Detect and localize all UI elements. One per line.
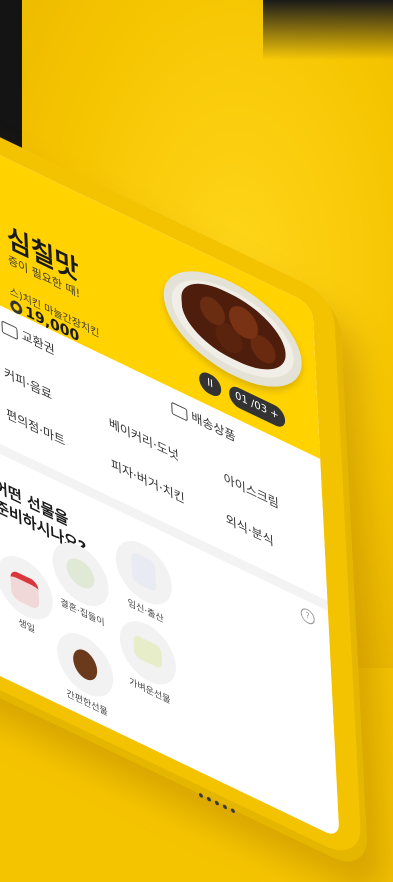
question-icon[interactable]: ?: [300, 605, 316, 627]
cake-slice-icon: [133, 633, 163, 670]
category-pizza[interactable]: 피자·버거·치킨: [111, 455, 186, 508]
cake-icon: [10, 568, 40, 611]
category-dining[interactable]: 외식·분식: [225, 510, 274, 550]
background-shadow: [263, 0, 393, 60]
flower-icon: [65, 553, 96, 594]
baby-product-icon: [130, 550, 157, 593]
pause-button[interactable]: II: [198, 368, 222, 400]
tab-exchange-label: 교환권: [21, 327, 56, 358]
category-icecream[interactable]: 아이스크림: [223, 469, 279, 513]
ticket-icon: [1, 319, 18, 340]
category-convenience[interactable]: 편의점·마트: [6, 404, 66, 450]
plush-icon: [72, 644, 98, 685]
category-coffee[interactable]: 커피·음료: [4, 363, 53, 403]
box-icon: [171, 401, 188, 422]
